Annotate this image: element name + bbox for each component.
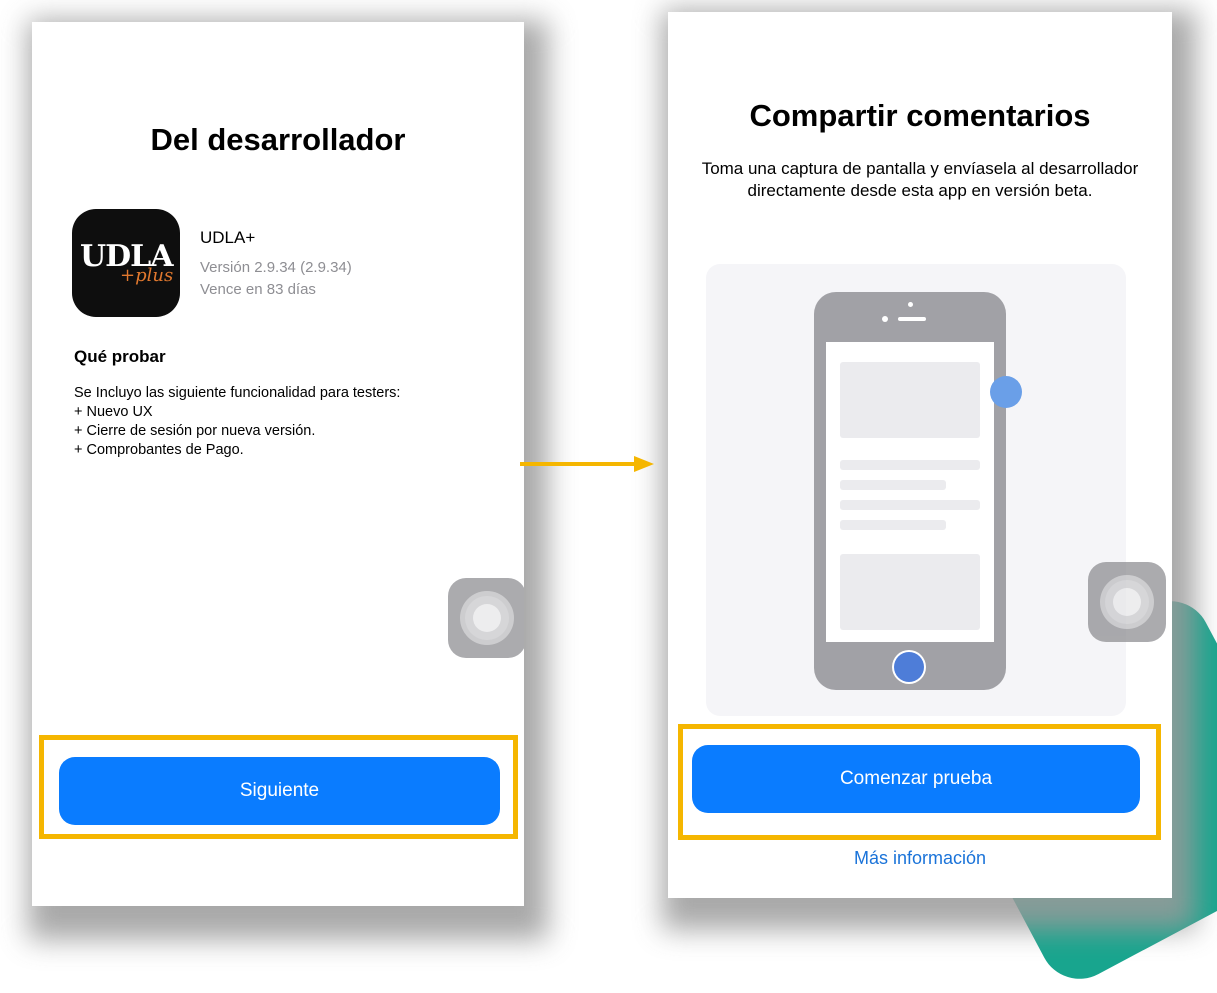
assistive-touch-icon[interactable] — [1088, 562, 1166, 642]
phone-screen — [826, 342, 994, 642]
phone-illustration — [706, 264, 1126, 716]
app-expiry: Vence en 83 días — [200, 281, 316, 298]
what-to-test-item: + Nuevo UX — [74, 404, 153, 420]
arrow-right-icon — [520, 456, 654, 472]
home-touch-indicator — [894, 652, 924, 682]
what-to-test-intro: Se Incluyo las siguiente funcionalidad p… — [74, 385, 401, 401]
what-to-test-item: + Cierre de sesión por nueva versión. — [74, 423, 316, 439]
feedback-description: Toma una captura de pantalla y envíasela… — [701, 159, 1139, 200]
side-touch-indicator — [990, 376, 1022, 408]
phone-body — [814, 292, 1022, 690]
page-title: Del desarrollador — [150, 122, 406, 157]
next-button-highlight — [39, 735, 518, 839]
page-title: Compartir comentarios — [749, 98, 1091, 133]
assistive-touch-icon[interactable] — [448, 578, 524, 658]
app-icon: UDLA +plus — [72, 209, 180, 317]
app-version: Versión 2.9.34 (2.9.34) — [200, 259, 352, 276]
app-name: UDLA+ — [200, 228, 256, 247]
what-to-test-item: + Comprobantes de Pago. — [74, 442, 244, 458]
what-to-test-heading: Qué probar — [74, 347, 166, 366]
app-logo-subtext: +plus — [120, 265, 174, 286]
more-info-link[interactable]: Más información — [668, 848, 1172, 869]
start-button-highlight — [678, 724, 1161, 840]
